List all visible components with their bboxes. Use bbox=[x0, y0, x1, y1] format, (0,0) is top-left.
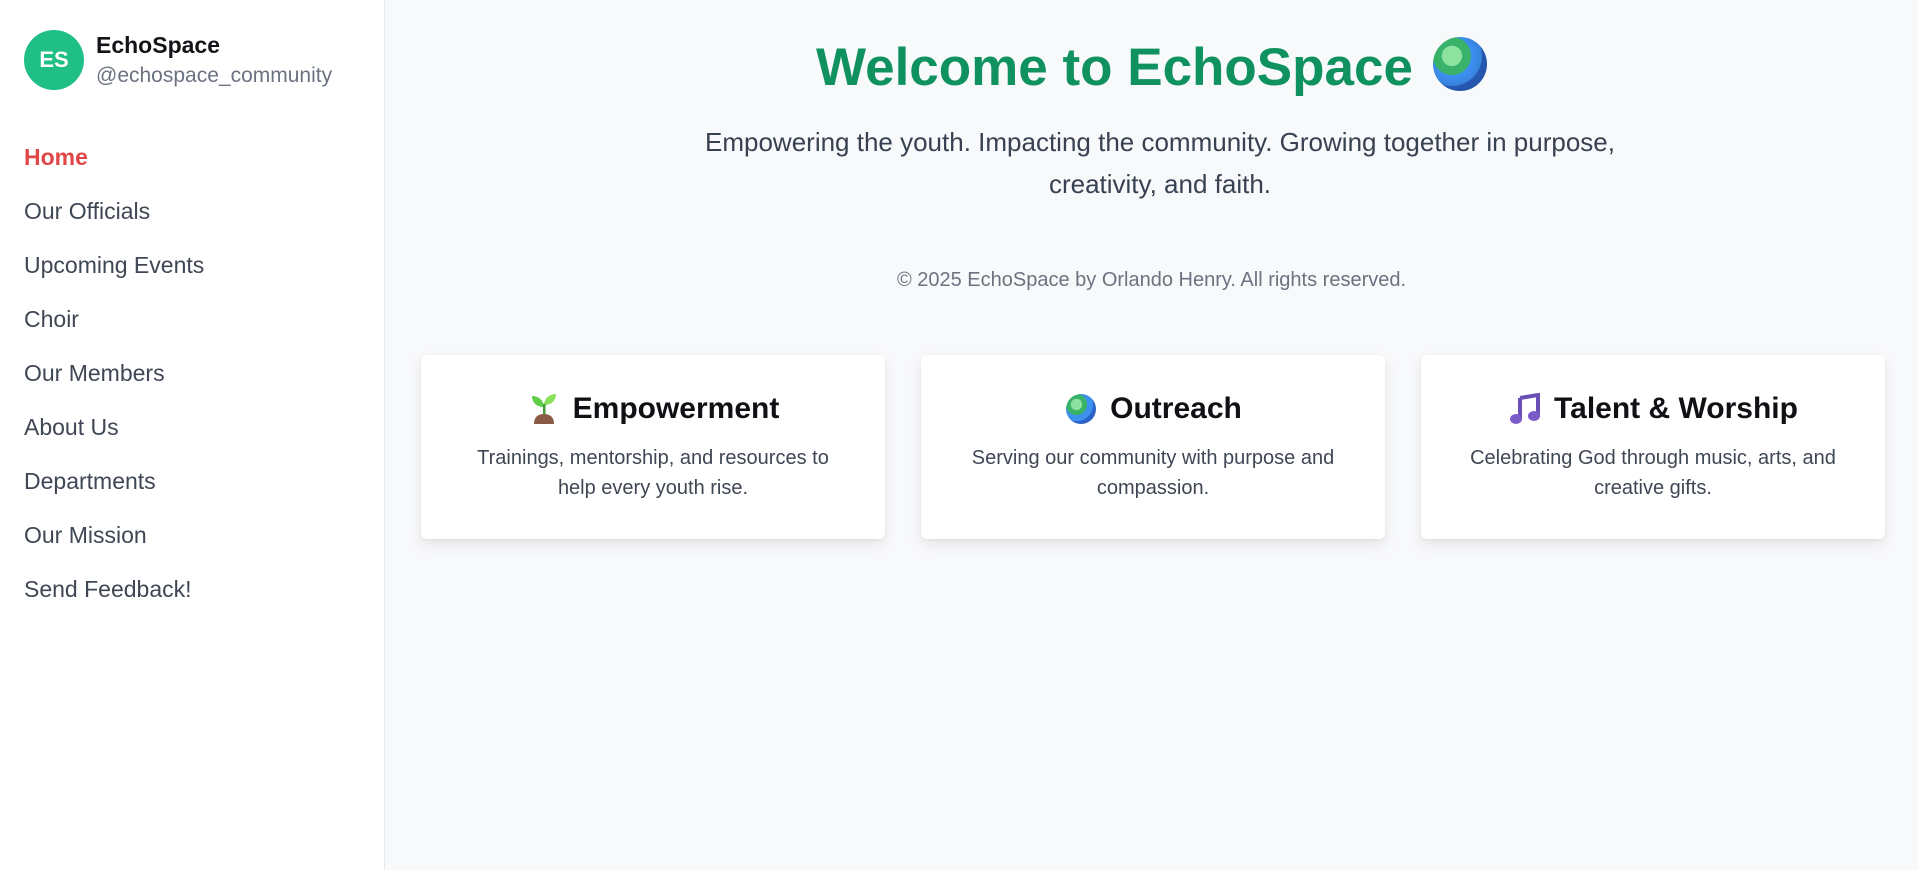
profile-handle: @echospace_community bbox=[96, 63, 333, 87]
sidebar-item-departments[interactable]: Departments bbox=[0, 459, 384, 513]
page-subtitle: Empowering the youth. Impacting the comm… bbox=[705, 127, 1615, 199]
globe-icon bbox=[1432, 37, 1487, 91]
app-root: ES EchoSpace @echospace_community Home O… bbox=[0, 0, 1918, 870]
card-title-text: Talent & Worship bbox=[1554, 392, 1798, 425]
feature-card-outreach: Outreach Serving our community with purp… bbox=[921, 355, 1385, 539]
profile-name: EchoSpace bbox=[96, 31, 220, 58]
sidebar-item-choir[interactable]: Choir bbox=[0, 297, 384, 351]
sidebar-nav: Home Our Officials Upcoming Events Choir… bbox=[0, 135, 384, 621]
sidebar-item-send-feedback[interactable]: Send Feedback! bbox=[0, 567, 384, 621]
sidebar-item-our-officials[interactable]: Our Officials bbox=[0, 189, 384, 243]
feature-cards: Empowerment Trainings, mentorship, and r… bbox=[421, 355, 1885, 539]
globe-icon bbox=[1064, 392, 1098, 426]
card-title: Outreach bbox=[921, 391, 1385, 427]
card-description: Trainings, mentorship, and resources to … bbox=[477, 447, 829, 499]
feature-card-empowerment: Empowerment Trainings, mentorship, and r… bbox=[421, 355, 885, 539]
page-title-text: Welcome to EchoSpace bbox=[816, 38, 1413, 97]
avatar: ES bbox=[24, 29, 84, 90]
sidebar: ES EchoSpace @echospace_community Home O… bbox=[0, 0, 385, 870]
card-description: Serving our community with purpose and c… bbox=[971, 447, 1335, 499]
main-content: Welcome to EchoSpace Empowering the yout… bbox=[385, 0, 1918, 870]
card-description: Celebrating God through music, arts, and… bbox=[1470, 447, 1836, 499]
seedling-icon bbox=[527, 392, 561, 426]
page-title: Welcome to EchoSpace bbox=[385, 34, 1918, 102]
sidebar-item-upcoming-events[interactable]: Upcoming Events bbox=[0, 243, 384, 297]
profile-text: EchoSpace @echospace_community bbox=[96, 30, 332, 90]
card-title-text: Empowerment bbox=[572, 392, 780, 425]
card-title-text: Outreach bbox=[1110, 392, 1242, 425]
sidebar-item-about-us[interactable]: About Us bbox=[0, 405, 384, 459]
copyright-text: © 2025 EchoSpace by Orlando Henry. All r… bbox=[896, 269, 1407, 291]
card-title: Empowerment bbox=[421, 391, 885, 427]
sidebar-item-our-members[interactable]: Our Members bbox=[0, 351, 384, 405]
sidebar-item-home[interactable]: Home bbox=[0, 135, 384, 189]
profile-header: ES EchoSpace @echospace_community bbox=[0, 0, 384, 92]
card-title: Talent & Worship bbox=[1421, 391, 1885, 427]
music-note-icon bbox=[1508, 392, 1542, 426]
feature-card-talent-worship: Talent & Worship Celebrating God through… bbox=[1421, 355, 1885, 539]
sidebar-item-our-mission[interactable]: Our Mission bbox=[0, 513, 384, 567]
